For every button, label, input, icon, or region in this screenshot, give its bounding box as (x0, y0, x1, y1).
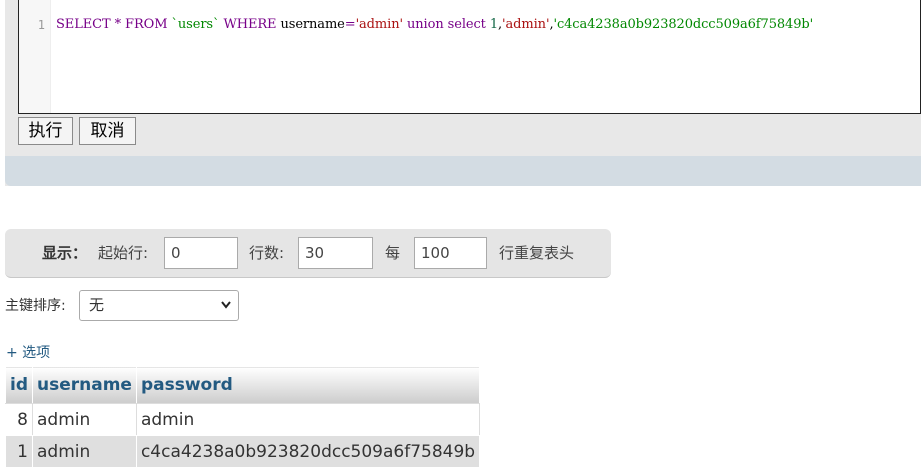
cell-id: 1 (5, 435, 33, 468)
sql-token: WHERE (223, 17, 277, 32)
table-row: 1 admin c4ca4238a0b923820dcc509a6f75849b (5, 435, 481, 468)
column-header-id[interactable]: id (5, 366, 33, 404)
column-header-password[interactable]: password (135, 366, 481, 404)
sql-token: 'c4ca4238a0b923820dcc509a6f75849b' (553, 17, 814, 32)
sql-token: 1 (489, 17, 498, 32)
sql-editor[interactable]: 1 SELECT * FROM `users` WHERE username='… (18, 0, 921, 114)
cancel-button[interactable]: 取消 (79, 117, 136, 145)
line-number: 1 (37, 18, 45, 32)
results-table: id username password 8 admin admin 1 adm… (5, 366, 481, 468)
sql-token: `users` (171, 17, 220, 32)
sql-token: union (407, 17, 444, 32)
repeat-header-label: 行重复表头 (499, 244, 575, 262)
sql-editor-panel: 1 SELECT * FROM `users` WHERE username='… (5, 0, 921, 186)
start-row-label: 起始行: (98, 244, 149, 262)
sql-token: 'admin' (502, 17, 550, 32)
sql-token: = (344, 17, 356, 32)
chevron-down-icon (220, 291, 232, 331)
cell-username: admin (32, 403, 137, 436)
line-number-gutter: 1 (19, 0, 51, 113)
execute-button[interactable]: 执行 (18, 117, 73, 145)
sql-token: username (276, 17, 345, 32)
row-count-label: 行数: (249, 244, 285, 262)
sort-by-key-select[interactable]: 无 (79, 290, 239, 321)
sql-query-text[interactable]: SELECT * FROM `users` WHERE username='ad… (56, 17, 813, 32)
cell-id: 8 (5, 403, 33, 436)
table-row: 8 admin admin (5, 403, 481, 436)
sql-token: 'admin' (355, 17, 403, 32)
table-header-row: id username password (5, 366, 481, 404)
row-count-input[interactable]: 30 (298, 237, 373, 269)
sql-token: FROM (125, 17, 168, 32)
cell-password: admin (135, 403, 481, 436)
repeat-header-input[interactable]: 100 (414, 237, 487, 269)
sort-selected-value: 无 (89, 296, 105, 314)
editor-footer-strip (5, 156, 921, 186)
every-label: 每 (385, 244, 401, 262)
sql-token: select (447, 17, 486, 32)
options-toggle-link[interactable]: + 选项 (6, 343, 50, 363)
cell-password: c4ca4238a0b923820dcc509a6f75849b (135, 435, 481, 468)
show-label: 显示： (42, 244, 88, 262)
cell-username: admin (32, 435, 137, 468)
column-header-username[interactable]: username (32, 366, 137, 404)
navigation-bar: 显示： 起始行: 0 行数: 30 每 100 行重复表头 (5, 229, 611, 278)
start-row-input[interactable]: 0 (164, 237, 238, 269)
sort-by-key-label: 主键排序: (5, 298, 66, 314)
sql-token: SELECT (56, 17, 111, 32)
